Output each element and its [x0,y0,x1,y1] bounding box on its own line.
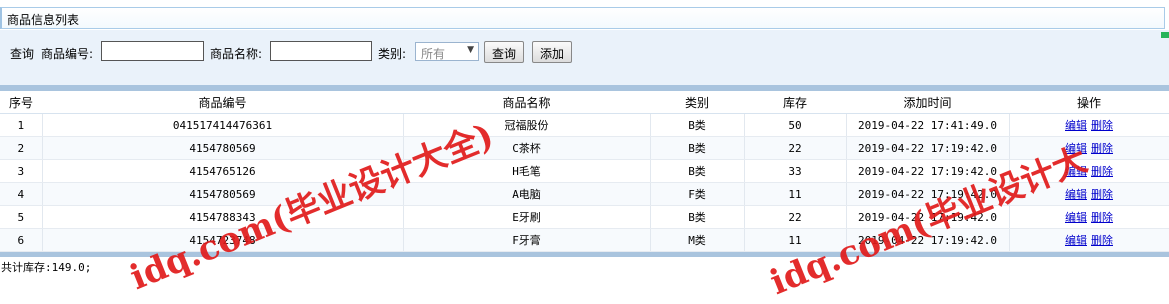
table-row: 1 041517414476361 冠福股份 B类 50 2019-04-22 … [0,113,1169,137]
delete-link[interactable]: 删除 [1091,119,1113,132]
cell-code: 041517414476361 [42,113,404,137]
cell-name: A电脑 [403,182,651,206]
cell-category: F类 [650,182,745,206]
cell-stock: 22 [744,205,847,229]
edit-link[interactable]: 编辑 [1065,188,1087,201]
name-label: 商品名称: [210,47,263,61]
cell-ops: 编辑 删除 [1009,205,1169,229]
edit-link[interactable]: 编辑 [1065,211,1087,224]
cell-name: E牙刷 [403,205,651,229]
search-bar: 查询 商品编号: 商品名称: 类别: 所有 ▼ 查询 添加 [0,30,1169,86]
col-header-category: 类别 [650,91,744,114]
cell-time: 2019-04-22 17:41:49.0 [846,113,1010,137]
total-stock: 共计库存:149.0; [1,261,92,274]
edit-link[interactable]: 编辑 [1065,234,1087,247]
cell-index: 6 [0,228,43,252]
query-button[interactable]: 查询 [484,41,525,63]
cell-category: B类 [650,159,745,183]
cell-category: B类 [650,113,745,137]
cell-code: 4154780569 [42,136,404,160]
edit-link[interactable]: 编辑 [1065,119,1087,132]
cell-ops: 编辑 删除 [1009,113,1169,137]
cell-index: 5 [0,205,43,229]
col-header-code: 商品编号 [42,91,403,114]
col-header-name: 商品名称 [403,91,650,114]
cell-name: F牙膏 [403,228,651,252]
panel-title-bar: 商品信息列表 [0,7,1165,29]
cell-stock: 22 [744,136,847,160]
col-header-ops: 操作 [1009,91,1169,114]
cell-index: 3 [0,159,43,183]
cell-index: 1 [0,113,43,137]
cell-index: 4 [0,182,43,206]
delete-link[interactable]: 删除 [1091,234,1113,247]
code-input[interactable] [101,41,204,61]
category-select[interactable]: 所有 ▼ [415,42,479,61]
name-input[interactable] [270,41,372,61]
table-header-row: 序号 商品编号 商品名称 类别 库存 添加时间 操作 [0,91,1169,114]
cell-stock: 50 [744,113,847,137]
col-header-time: 添加时间 [846,91,1009,114]
delete-link[interactable]: 删除 [1091,165,1113,178]
delete-link[interactable]: 删除 [1091,211,1113,224]
panel-title: 商品信息列表 [7,13,80,27]
delete-link[interactable]: 删除 [1091,142,1113,155]
cell-ops: 编辑 删除 [1009,228,1169,252]
category-label: 类别: [378,47,407,61]
col-header-index: 序号 [0,91,42,114]
delete-link[interactable]: 删除 [1091,188,1113,201]
cell-category: B类 [650,136,745,160]
table-row: 2 4154780569 C茶杯 B类 22 2019-04-22 17:19:… [0,136,1169,160]
code-label: 商品编号: [41,47,94,61]
cell-index: 2 [0,136,43,160]
category-selected: 所有 [421,47,446,61]
corner-marker [1161,32,1169,38]
add-button[interactable]: 添加 [532,41,573,63]
cell-category: B类 [650,205,745,229]
col-header-stock: 库存 [744,91,846,114]
cell-stock: 33 [744,159,847,183]
cell-stock: 11 [744,182,847,206]
chevron-down-icon: ▼ [467,45,474,55]
cell-category: M类 [650,228,745,252]
query-label: 查询 [10,47,35,61]
cell-time: 2019-04-22 17:19:42.0 [846,136,1010,160]
